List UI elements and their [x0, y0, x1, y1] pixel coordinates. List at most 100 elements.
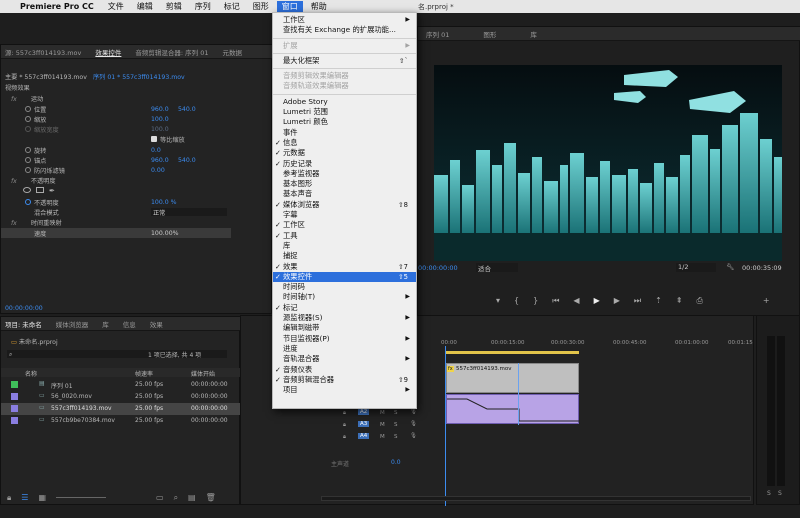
- window-menu-item[interactable]: 时间轴(T) ▶: [273, 292, 416, 302]
- tab-effects[interactable]: 效果: [150, 319, 163, 329]
- col-fps[interactable]: 帧速率: [135, 369, 153, 378]
- window-menu-item[interactable]: 字幕: [273, 210, 416, 220]
- position-x[interactable]: 960.0: [151, 106, 169, 113]
- quality-select[interactable]: 1/2: [676, 263, 716, 272]
- window-menu-item[interactable]: 音轨混合器 ▶: [273, 354, 416, 364]
- icon-view-icon[interactable]: ▦: [38, 493, 46, 503]
- window-menu-item[interactable]: ✓ 元数据: [273, 148, 416, 158]
- stopwatch-icon[interactable]: [25, 106, 31, 112]
- fx-opacity[interactable]: fx 不透明度: [11, 176, 56, 185]
- tab-graphics[interactable]: 图形: [483, 29, 496, 39]
- search-bin-icon[interactable]: ⌕: [174, 493, 178, 503]
- anchor-y[interactable]: 540.0: [178, 157, 196, 164]
- tab-source[interactable]: 源: 557c3ff014193.mov: [5, 47, 81, 57]
- go-to-in-icon[interactable]: ⏮: [552, 296, 559, 308]
- track-lock-icon[interactable]: 🔒︎: [343, 434, 346, 441]
- master-track-value[interactable]: 0.0: [391, 459, 401, 466]
- menu-graphics[interactable]: 图形: [253, 1, 269, 12]
- track-mic-icon[interactable]: 🎙︎: [410, 433, 417, 439]
- tab-audio-clip-mixer[interactable]: 音频剪辑混合器: 序列 01: [135, 47, 208, 57]
- window-menu-item[interactable]: ✓ 音频仪表: [273, 365, 416, 375]
- menu-clip[interactable]: 剪辑: [166, 1, 182, 12]
- timeline-ruler[interactable]: 00:00 00:00:15:00 00:00:30:00 00:00:45:0…: [441, 340, 753, 350]
- track-target-label[interactable]: A3: [358, 421, 370, 427]
- go-to-out-icon[interactable]: ⏭: [634, 296, 641, 308]
- window-menu-item[interactable]: 时间码: [273, 282, 416, 292]
- rotation-value[interactable]: 0.0: [151, 147, 161, 154]
- window-menu-item[interactable]: 源监视器(S) ▶: [273, 313, 416, 323]
- mark-in-icon[interactable]: {: [514, 296, 519, 308]
- tab-media-browser[interactable]: 媒体浏览器: [56, 319, 89, 329]
- tab-info[interactable]: 信息: [123, 319, 136, 329]
- menu-edit[interactable]: 编辑: [137, 1, 153, 12]
- window-menu-item[interactable]: 最大化框架 ⇧`: [273, 56, 416, 66]
- stopwatch-icon[interactable]: [25, 157, 31, 163]
- label-color-swatch[interactable]: [11, 405, 18, 412]
- stopwatch-icon[interactable]: [25, 116, 31, 122]
- window-menu-item[interactable]: 进度: [273, 344, 416, 354]
- menu-window[interactable]: 窗口: [276, 1, 303, 12]
- lift-icon[interactable]: ⇡: [655, 296, 662, 308]
- tab-libraries-right[interactable]: 库: [530, 29, 537, 39]
- tab-metadata[interactable]: 元数据: [222, 47, 242, 57]
- track-solo-button[interactable]: S: [394, 422, 398, 428]
- tab-program[interactable]: 序列 01: [426, 29, 449, 39]
- video-frame[interactable]: [434, 65, 782, 261]
- step-forward-icon[interactable]: ▶: [614, 296, 620, 308]
- menu-help[interactable]: 帮助: [311, 1, 327, 12]
- position-y[interactable]: 540.0: [178, 106, 196, 113]
- window-menu-item[interactable]: ✓ 效果控件 ⇧5: [273, 271, 416, 283]
- menu-sequence[interactable]: 序列: [195, 1, 211, 12]
- ellipse-mask-icon[interactable]: [23, 187, 31, 193]
- track-lock-icon[interactable]: 🔒︎: [343, 410, 346, 417]
- label-color-swatch[interactable]: [11, 381, 18, 388]
- window-menu-item[interactable]: 工作区 ▶: [273, 15, 416, 25]
- label-color-swatch[interactable]: [11, 393, 18, 400]
- list-view-icon[interactable]: ☰: [21, 493, 28, 503]
- lock-icon[interactable]: 🔒︎: [7, 493, 11, 503]
- fx-time-remap[interactable]: fx 时间重映射: [11, 218, 62, 227]
- tab-project[interactable]: 项目: 未命名: [5, 319, 42, 329]
- track-mute-button[interactable]: M: [380, 434, 385, 440]
- col-start[interactable]: 媒体开始: [191, 369, 215, 378]
- rect-mask-icon[interactable]: [36, 187, 44, 193]
- play-icon[interactable]: ▶: [594, 296, 600, 308]
- project-item-row[interactable]: ▭ 557c3ff014193.mov 25.00 fps 00:00:00:00: [1, 403, 241, 415]
- tab-effect-controls[interactable]: 效果控件: [95, 47, 121, 57]
- sequence-clip-label[interactable]: 序列 01 * 557c3ff014193.mov: [93, 72, 185, 81]
- track-solo-button[interactable]: S: [394, 410, 398, 416]
- track-mic-icon[interactable]: 🎙︎: [410, 421, 417, 427]
- extract-icon[interactable]: ⇞: [676, 296, 683, 308]
- fit-select[interactable]: 适合: [476, 263, 518, 273]
- add-button-icon[interactable]: +: [763, 296, 770, 308]
- mark-out-icon[interactable]: }: [533, 296, 538, 308]
- video-clip[interactable]: fx 557c3ff014193.mov: [446, 363, 579, 393]
- menu-file[interactable]: 文件: [108, 1, 124, 12]
- window-menu-item[interactable]: ✓ 效果 ⇧7: [273, 262, 416, 272]
- blend-select[interactable]: 正常: [151, 208, 227, 217]
- col-name[interactable]: 名称: [25, 369, 37, 378]
- program-timecode[interactable]: 00:00:00:00: [418, 264, 458, 272]
- wrench-icon[interactable]: 🔧︎: [726, 263, 734, 271]
- window-menu-item[interactable]: 基本声音: [273, 189, 416, 199]
- fx-motion[interactable]: fx 运动: [11, 94, 43, 103]
- meter-solo-right[interactable]: S: [778, 490, 782, 497]
- playhead[interactable]: [445, 346, 446, 506]
- step-back-icon[interactable]: ◀: [573, 296, 579, 308]
- app-menu[interactable]: Premiere Pro CC: [20, 2, 94, 11]
- bin-icon[interactable]: ▭: [156, 493, 164, 503]
- stopwatch-icon[interactable]: [25, 199, 31, 205]
- new-item-icon[interactable]: ▤: [188, 493, 196, 503]
- track-lock-icon[interactable]: 🔒︎: [343, 422, 346, 429]
- track-solo-button[interactable]: S: [394, 434, 398, 440]
- track-target-label[interactable]: A2: [358, 409, 370, 415]
- checkbox-icon[interactable]: [151, 136, 157, 142]
- trash-icon[interactable]: 🗑︎: [206, 493, 216, 503]
- track-target-label[interactable]: A4: [358, 433, 370, 439]
- project-item-row[interactable]: ▭ 557cb9be70384.mov 25.00 fps 00:00:00:00: [1, 415, 241, 427]
- meter-solo-left[interactable]: S: [767, 490, 771, 497]
- project-item-row[interactable]: ▭ 56_0020.mov 25.00 fps 00:00:00:00: [1, 391, 241, 403]
- master-clip-label[interactable]: 主要 * 557c3ff014193.mov: [5, 72, 87, 81]
- pen-mask-icon[interactable]: ✒: [49, 187, 55, 195]
- work-area-bar[interactable]: [445, 351, 579, 354]
